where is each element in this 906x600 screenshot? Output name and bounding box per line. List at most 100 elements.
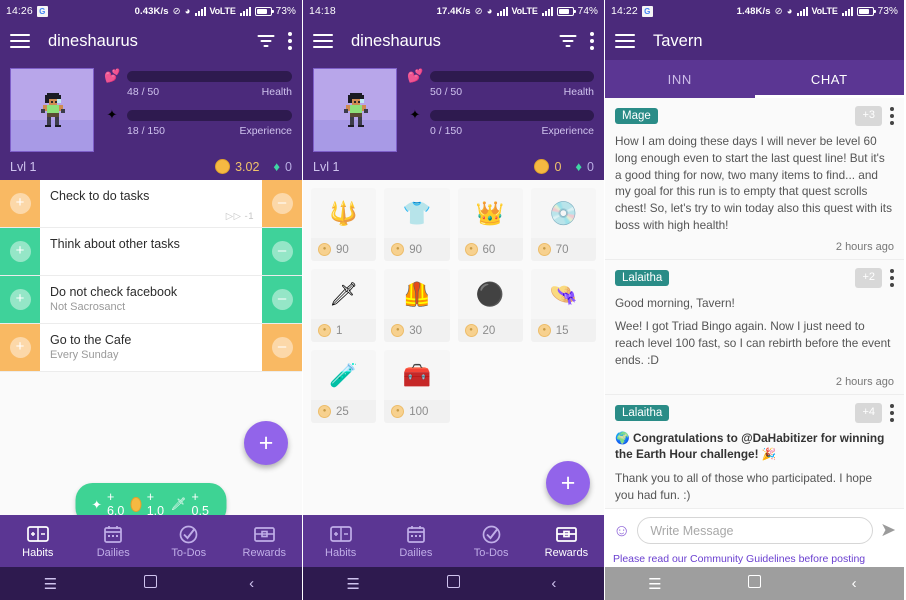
panel-tavern: 14:22 G 1.48K/s ⊘ ◕ VoLTE 73% Tavern INN…	[604, 0, 904, 600]
habit-plus-button[interactable]: +	[0, 276, 40, 323]
chat-author-badge[interactable]: Mage	[615, 108, 658, 124]
system-home-button[interactable]	[423, 575, 483, 592]
kebab-icon[interactable]	[590, 32, 594, 50]
gold-coin-icon: ●	[391, 405, 405, 418]
battery-icon	[254, 6, 274, 16]
kebab-icon[interactable]	[890, 268, 894, 287]
rewards-grid: 🔱 ● 90 👕 ● 90 👑 ● 60 💿 ● 70 🗡 ● 1 🦺 ● 30 ⚫ ● 20 👒 ● 15 🧪…	[303, 180, 604, 431]
hamburger-icon[interactable]	[615, 34, 635, 48]
habits-icon	[303, 523, 378, 545]
status-bar-3: 14:22 G 1.48K/s ⊘ ◕ VoLTE 73%	[605, 0, 904, 22]
system-home-button[interactable]	[121, 575, 181, 592]
habit-plus-button[interactable]: +	[0, 324, 40, 371]
health-value: 50 / 50	[430, 86, 463, 98]
reward-card[interactable]: 🗡 ● 1	[311, 269, 377, 342]
system-menu-button[interactable]: ☰	[323, 575, 383, 593]
system-menu-button[interactable]: ☰	[625, 575, 685, 593]
habit-minus-button[interactable]: –	[262, 228, 302, 275]
chat-author-badge[interactable]: Lalaitha	[615, 404, 670, 421]
habit-body[interactable]: Check to do tasks ▷▷ -1	[40, 180, 262, 227]
signal-bars2-icon	[541, 6, 553, 16]
reward-card[interactable]: 💿 ● 70	[530, 188, 596, 261]
habit-title: Do not check facebook	[50, 285, 178, 299]
reward-card[interactable]: 🦺 ● 30	[384, 269, 450, 342]
gold-coin-icon: ●	[318, 405, 331, 418]
like-count-badge[interactable]: +2	[855, 267, 882, 288]
minus-icon: –	[271, 289, 293, 310]
like-count-badge[interactable]: +3	[855, 106, 882, 126]
reward-price-value: 20	[482, 324, 496, 337]
community-guidelines-note[interactable]: Please read our Community Guidelines bef…	[605, 551, 904, 567]
dnd-icon: ⊘	[474, 5, 483, 17]
habit-title: Check to do tasks	[50, 189, 150, 203]
habit-body[interactable]: Think about other tasks	[40, 228, 262, 275]
habit-row[interactable]: + Think about other tasks –	[0, 228, 302, 276]
chat-message-list[interactable]: Mage +3 How I am doing these days I will…	[605, 98, 904, 523]
reward-card[interactable]: ⚫ ● 20	[457, 269, 523, 342]
kebab-icon[interactable]	[890, 107, 894, 125]
system-back-button[interactable]: ‹	[222, 575, 282, 592]
nav-item-habits[interactable]: Habits	[0, 523, 76, 559]
android-system-nav-2: ☰ ‹	[303, 567, 604, 600]
nav-item-dailies[interactable]: Dailies	[378, 523, 453, 559]
system-home-button[interactable]	[724, 575, 784, 592]
reward-card[interactable]: 🧰 ● 100	[384, 350, 450, 423]
nav-item-rewards[interactable]: Rewards	[227, 523, 303, 559]
kebab-icon[interactable]	[890, 403, 894, 422]
send-icon[interactable]: ➤	[880, 519, 896, 542]
habit-row[interactable]: + Do not check facebook Not Sacrosanct –	[0, 276, 302, 324]
like-count-badge[interactable]: +4	[855, 402, 882, 423]
add-habit-fab[interactable]: +	[244, 421, 288, 465]
screenshot-root: 14:26 G 0.43K/s ⊘ ◕ VoLTE 73% dineshauru…	[0, 0, 906, 600]
nav-item-rewards[interactable]: Rewards	[529, 523, 604, 559]
nav-label: Habits	[22, 547, 54, 559]
system-back-button[interactable]: ‹	[824, 575, 884, 592]
tab-inn[interactable]: INN	[605, 60, 755, 98]
message-input[interactable]	[637, 517, 874, 544]
habit-minus-button[interactable]: –	[262, 180, 302, 227]
system-back-button[interactable]: ‹	[524, 575, 584, 592]
avatar[interactable]	[313, 68, 397, 152]
status-time: 14:18	[309, 5, 336, 17]
chat-paragraph: 🌍 Congratulations to @DaHabitizer for wi…	[615, 430, 885, 462]
habit-minus-button[interactable]: –	[262, 324, 302, 371]
reward-price-value: 15	[555, 324, 569, 337]
kebab-icon[interactable]	[288, 32, 292, 50]
chat-author-badge[interactable]: Lalaitha	[615, 269, 670, 286]
filter-icon[interactable]	[257, 34, 274, 48]
nav-item-todos[interactable]: To-Dos	[151, 523, 227, 559]
reward-card[interactable]: 👑 ● 60	[457, 188, 523, 261]
reward-card[interactable]: 🔱 ● 90	[311, 188, 377, 261]
hamburger-icon[interactable]	[313, 34, 333, 48]
nav-item-habits[interactable]: Habits	[303, 523, 378, 559]
habit-minus-button[interactable]: –	[262, 276, 302, 323]
app-bar-actions	[559, 32, 594, 50]
battery-icon	[856, 6, 876, 16]
reward-card[interactable]: 🧪 ● 25	[311, 350, 377, 423]
hamburger-icon[interactable]	[10, 34, 30, 48]
habit-row[interactable]: + Check to do tasks ▷▷ -1 –	[0, 180, 302, 228]
wifi-icon: ◕	[486, 5, 493, 17]
filter-icon[interactable]	[559, 34, 576, 48]
avatar[interactable]	[10, 68, 94, 152]
system-menu-button[interactable]: ☰	[20, 575, 80, 593]
habit-body[interactable]: Do not check facebook Not Sacrosanct	[40, 276, 262, 323]
chat-message-actions: +2	[855, 267, 894, 288]
smiley-icon[interactable]: ☺	[613, 521, 630, 541]
habit-body[interactable]: Go to the Cafe Every Sunday	[40, 324, 262, 371]
page-title: Tavern	[653, 31, 703, 50]
health-label: Health	[563, 86, 594, 98]
nav-item-dailies[interactable]: Dailies	[76, 523, 152, 559]
gold-coin-icon	[130, 496, 142, 512]
reward-card[interactable]: 👒 ● 15	[530, 269, 596, 342]
reward-price-value: 100	[409, 405, 429, 418]
nav-item-todos[interactable]: To-Dos	[454, 523, 529, 559]
reward-card[interactable]: 👕 ● 90	[384, 188, 450, 261]
habit-plus-button[interactable]: +	[0, 180, 40, 227]
add-reward-fab[interactable]: +	[546, 461, 590, 505]
health-value: 48 / 50	[127, 86, 160, 98]
reward-price-value: 70	[555, 243, 569, 256]
habit-row[interactable]: + Go to the Cafe Every Sunday –	[0, 324, 302, 372]
habit-plus-button[interactable]: +	[0, 228, 40, 275]
tab-chat[interactable]: CHAT	[754, 60, 905, 98]
